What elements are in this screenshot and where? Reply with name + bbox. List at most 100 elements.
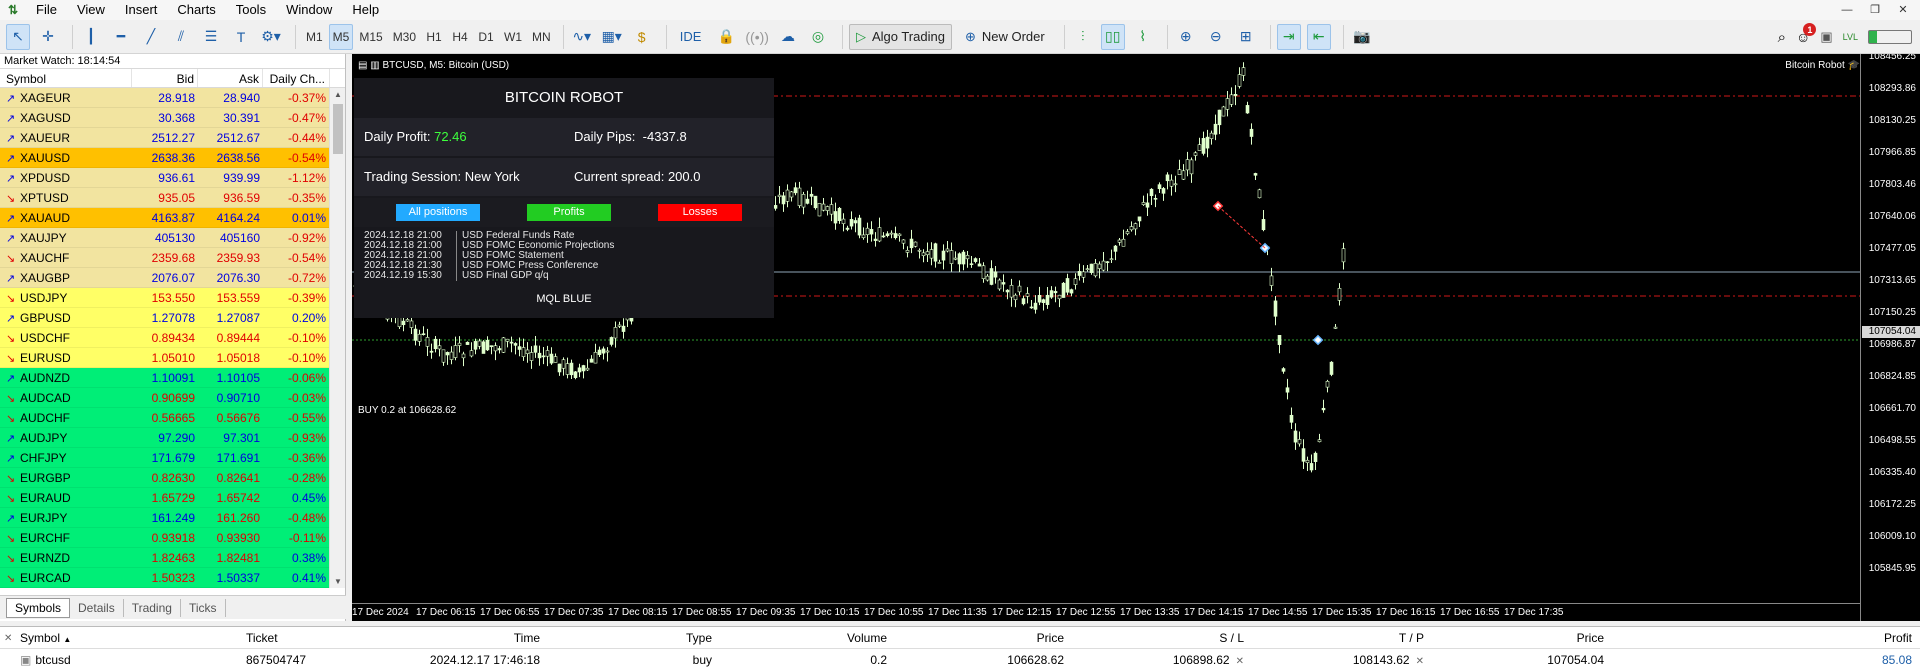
tab-trading[interactable]: Trading	[124, 598, 181, 617]
market-watch-scrollbar[interactable]: ▲ ▼	[329, 88, 345, 588]
market-watch-row[interactable]: ↘ EURCAD 1.50323 1.50337 0.41%	[0, 568, 330, 588]
menu-help[interactable]: Help	[342, 0, 389, 20]
chart-window[interactable]: ▤ ▥ BTCUSD, M5: Bitcoin (USD) Bitcoin Ro…	[352, 54, 1920, 621]
grid-icon[interactable]: ⊞	[1234, 24, 1258, 50]
signal-icon[interactable]: ((•))	[744, 24, 770, 50]
col-ask[interactable]: Ask	[198, 69, 263, 87]
cloud-icon[interactable]: ☁	[776, 24, 800, 50]
market-watch-row[interactable]: ↘ EURGBP 0.82630 0.82641 -0.28%	[0, 468, 330, 488]
chart-menu-icon[interactable]: ▤ ▥	[358, 60, 382, 71]
losses-button[interactable]: Losses	[658, 204, 742, 221]
channel-icon[interactable]: ⫽	[169, 24, 193, 50]
remove-tp-icon[interactable]: ✕	[1416, 656, 1424, 667]
search-icon[interactable]: ⌕	[1778, 29, 1786, 46]
notifications-icon[interactable]: ☺ 1	[1796, 23, 1817, 45]
market-watch-row[interactable]: ↘ USDJPY 153.550 153.559 -0.39%	[0, 288, 330, 308]
market-watch-row[interactable]: ↗ XAUGBP 2076.07 2076.30 -0.72%	[0, 268, 330, 288]
market-watch-row[interactable]: ↘ AUDCHF 0.56665 0.56676 -0.55%	[0, 408, 330, 428]
market-watch-row[interactable]: ↗ XAUUSD 2638.36 2638.56 -0.54%	[0, 148, 330, 168]
lock-icon[interactable]: 🔒	[714, 24, 738, 50]
menu-file[interactable]: File	[26, 0, 67, 20]
algo-trading-button[interactable]: ▷ Algo Trading	[848, 23, 952, 50]
shapes-icon[interactable]: ⚙▾	[259, 24, 283, 50]
minimize-icon[interactable]: —	[1834, 0, 1860, 20]
tf-h1[interactable]: H1	[422, 24, 446, 50]
col-price[interactable]: Price	[887, 627, 1064, 648]
tf-m15[interactable]: M15	[355, 24, 386, 50]
col-profit[interactable]: Profit	[1604, 627, 1920, 648]
menu-view[interactable]: View	[67, 0, 115, 20]
market-watch-row[interactable]: ↗ EURJPY 161.249 161.260 -0.48%	[0, 508, 330, 528]
horizontal-line-icon[interactable]: ━	[109, 24, 133, 50]
all-positions-button[interactable]: All positions	[396, 204, 480, 221]
col-bid[interactable]: Bid	[132, 69, 198, 87]
new-order-button[interactable]: ⊕ New Order	[958, 24, 1052, 50]
cursor-icon[interactable]: ↖	[6, 23, 30, 50]
ide-button[interactable]: IDE	[673, 24, 709, 50]
close-icon[interactable]: ✕	[1890, 0, 1916, 20]
price-axis[interactable]: 107054.04 108456.25 108293.86 108130.25 107…	[1860, 54, 1920, 621]
col-volume[interactable]: Volume	[712, 627, 887, 648]
tf-mn[interactable]: MN	[528, 24, 555, 50]
market-watch-row[interactable]: ↘ EURCHF 0.93918 0.93930 -0.11%	[0, 528, 330, 548]
remove-sl-icon[interactable]: ✕	[1236, 656, 1244, 667]
col-type[interactable]: Type	[540, 627, 712, 648]
market-watch-row[interactable]: ↘ XPTUSD 935.05 936.59 -0.35%	[0, 188, 330, 208]
market-icon[interactable]: $	[630, 24, 654, 50]
menu-insert[interactable]: Insert	[115, 0, 168, 20]
panel-close-icon[interactable]: ✕	[4, 633, 12, 644]
profits-button[interactable]: Profits	[527, 204, 611, 221]
tf-w1[interactable]: W1	[500, 24, 526, 50]
candles-icon[interactable]: ▯▯	[1100, 23, 1125, 50]
restore-icon[interactable]: ❐	[1862, 0, 1888, 20]
chart-shift-icon[interactable]: ⇤	[1306, 23, 1331, 50]
tab-details[interactable]: Details	[70, 598, 124, 617]
indicators-icon[interactable]: ∿▾	[570, 24, 594, 50]
trade-row[interactable]: ▣ btcusd 867504747 2024.12.17 17:46:18 bu…	[0, 649, 1920, 671]
market-watch-row[interactable]: ↘ EURNZD 1.82463 1.82481 0.38%	[0, 548, 330, 568]
col-time[interactable]: Time	[460, 627, 540, 648]
col-tp[interactable]: T / P	[1244, 627, 1424, 648]
tf-m5[interactable]: M5	[328, 23, 354, 50]
col-ticket[interactable]: Ticket	[230, 627, 460, 648]
market-watch-row[interactable]: ↗ XAUAUD 4163.87 4164.24 0.01%	[0, 208, 330, 228]
market-watch-row[interactable]: ↗ GBPUSD 1.27078 1.27087 0.20%	[0, 308, 330, 328]
menu-window[interactable]: Window	[276, 0, 342, 20]
bar-chart-icon[interactable]: ⫶	[1071, 24, 1095, 50]
line-chart-icon[interactable]: ⌇	[1131, 24, 1155, 50]
market-watch-row[interactable]: ↘ XAUCHF 2359.68 2359.93 -0.54%	[0, 248, 330, 268]
market-watch-row[interactable]: ↗ XAGUSD 30.368 30.391 -0.47%	[0, 108, 330, 128]
trendline-icon[interactable]: ╱	[139, 24, 163, 50]
fibonacci-icon[interactable]: ☰	[199, 24, 223, 50]
col-daily-change[interactable]: Daily Ch...	[263, 69, 330, 87]
tf-h4[interactable]: H4	[448, 24, 472, 50]
market-watch-row[interactable]: ↗ XAUJPY 405130 405160 -0.92%	[0, 228, 330, 248]
market-watch-row[interactable]: ↗ XPDUSD 936.61 939.99 -1.12%	[0, 168, 330, 188]
market-watch-row[interactable]: ↘ USDCHF 0.89434 0.89444 -0.10%	[0, 328, 330, 348]
market-watch-row[interactable]: ↗ CHFJPY 171.679 171.691 -0.36%	[0, 448, 330, 468]
zoom-in-icon[interactable]: ⊕	[1174, 24, 1198, 50]
account-icon[interactable]: ▣	[1820, 29, 1832, 45]
autoscroll-icon[interactable]: ⇥	[1276, 23, 1301, 50]
tf-m30[interactable]: M30	[389, 24, 420, 50]
tab-symbols[interactable]: Symbols	[6, 597, 71, 618]
col-symbol[interactable]: Symbol ▲	[0, 627, 230, 648]
market-watch-row[interactable]: ↘ EURUSD 1.05010 1.05018 -0.10%	[0, 348, 330, 368]
tf-d1[interactable]: D1	[474, 24, 498, 50]
screenshot-icon[interactable]: 📷	[1350, 24, 1374, 50]
market-watch-row[interactable]: ↘ EURAUD 1.65729 1.65742 0.45%	[0, 488, 330, 508]
zoom-out-icon[interactable]: ⊖	[1204, 24, 1228, 50]
text-tool-icon[interactable]: T	[229, 24, 253, 50]
market-watch-row[interactable]: ↗ AUDNZD 1.10091 1.10105 -0.06%	[0, 368, 330, 388]
market-watch-row[interactable]: ↗ XAGEUR 28.918 28.940 -0.37%	[0, 88, 330, 108]
vps-icon[interactable]: ◎	[806, 24, 830, 50]
market-watch-row[interactable]: ↗ AUDJPY 97.290 97.301 -0.93%	[0, 428, 330, 448]
templates-icon[interactable]: ▦▾	[600, 24, 624, 50]
col-symbol[interactable]: Symbol	[0, 69, 132, 87]
col-current-price[interactable]: Price	[1424, 627, 1604, 648]
vertical-line-icon[interactable]: ┃	[79, 24, 103, 50]
tab-ticks[interactable]: Ticks	[181, 598, 226, 617]
menu-tools[interactable]: Tools	[226, 0, 276, 20]
market-watch-row[interactable]: ↘ AUDCAD 0.90699 0.90710 -0.03%	[0, 388, 330, 408]
menu-charts[interactable]: Charts	[167, 0, 225, 20]
